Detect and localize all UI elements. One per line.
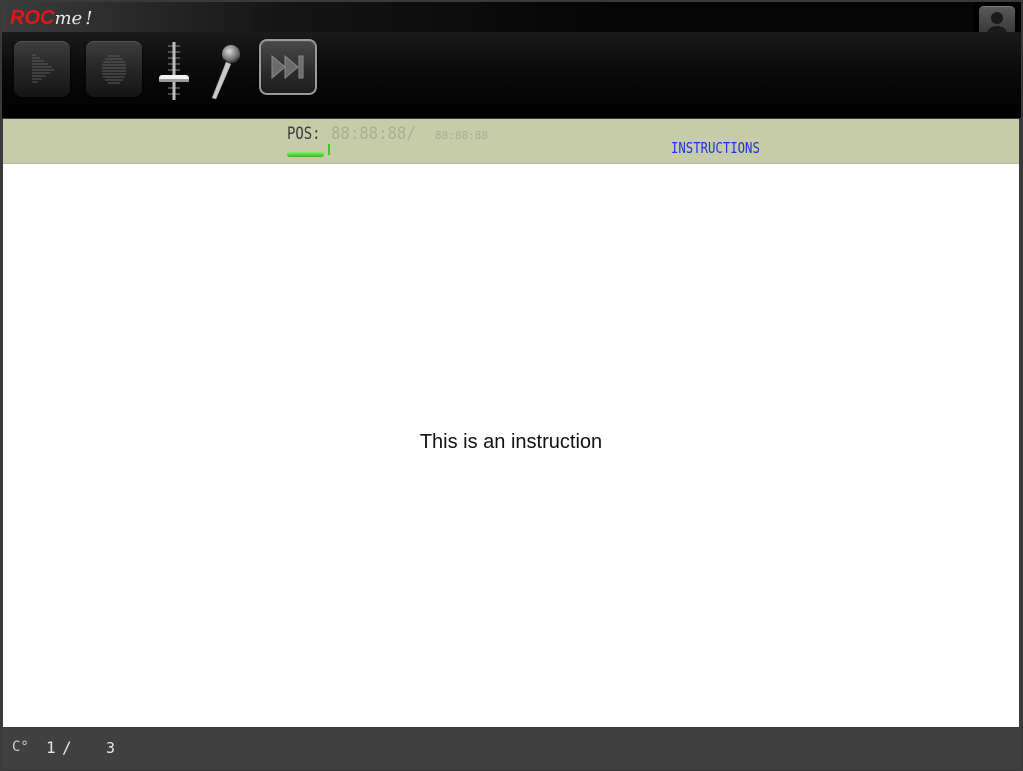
volume-slider-icon — [159, 42, 189, 100]
position-label: POS: — [287, 124, 321, 144]
status-bar: POS: 88:88:88/ 88:88:88 INSTRUCTIONS — [3, 119, 1019, 164]
title-bar: ROCme! — [2, 2, 1021, 32]
record-button[interactable] — [86, 41, 142, 97]
logo-roc: ROC — [10, 7, 55, 29]
logo-bang: ! — [85, 8, 93, 29]
progress-bar[interactable] — [287, 144, 335, 158]
volume-slider[interactable] — [156, 40, 192, 102]
play-button[interactable] — [14, 41, 70, 97]
progress-fill — [287, 152, 324, 157]
content-area: This is an instruction — [3, 164, 1019, 727]
logo-me: me — [54, 8, 83, 29]
play-icon — [32, 54, 54, 83]
instructions-link[interactable]: INSTRUCTIONS — [671, 139, 760, 157]
app-window: ROCme! POS: 88:88:88/ 88:88:88 INSTRUCTI… — [0, 0, 1023, 771]
app-logo: ROCme! — [10, 5, 92, 31]
footer-status-icon: C° — [12, 739, 29, 755]
page-separator: / — [62, 738, 72, 757]
record-icon — [102, 55, 126, 84]
total-time: 88:88:88 — [435, 129, 488, 142]
skip-forward-button[interactable] — [259, 39, 317, 95]
progress-cursor[interactable] — [328, 144, 330, 155]
page-current: 1 — [46, 738, 56, 757]
microphone-icon — [211, 45, 240, 100]
page-total: 3 — [106, 739, 116, 757]
toolbar — [2, 32, 1021, 118]
footer-bar: C° 1 / 3 — [2, 728, 1021, 769]
skip-forward-icon — [271, 54, 304, 80]
position-time: 88:88:88/ — [331, 124, 416, 144]
instruction-text: This is an instruction — [419, 431, 603, 453]
microphone-button[interactable] — [204, 42, 246, 102]
